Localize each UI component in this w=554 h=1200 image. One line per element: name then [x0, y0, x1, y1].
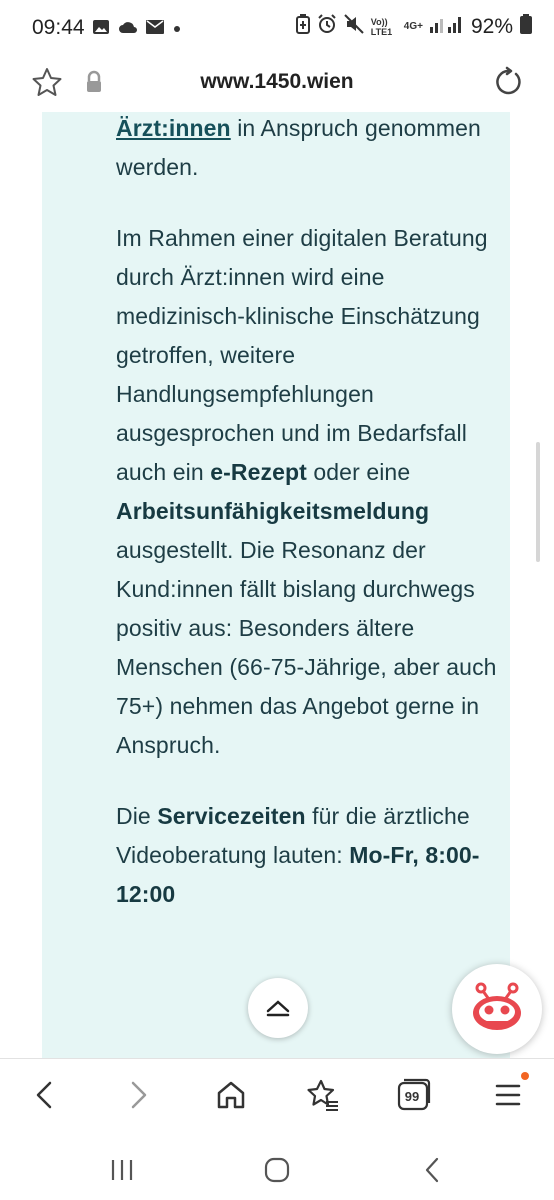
- home-nav-icon[interactable]: [257, 1150, 297, 1190]
- recent-apps-icon[interactable]: [102, 1150, 142, 1190]
- chatbot-button[interactable]: [452, 964, 542, 1054]
- paragraph-3-text-a: Die: [116, 803, 158, 829]
- network-label: Vo)) LTE1: [370, 16, 393, 37]
- url-bar: www.1450.wien: [0, 56, 554, 112]
- system-nav-bar: [0, 1138, 554, 1200]
- battery-percent: 92%: [470, 14, 513, 38]
- status-right-icons: Vo)) LTE1 4G+ 92%: [295, 14, 532, 39]
- scroll-to-top-button[interactable]: [248, 978, 308, 1038]
- mute-icon: [344, 14, 364, 39]
- paragraph-3: Die Servicezeiten für die ärztliche Vide…: [116, 797, 506, 914]
- cloud-icon: [118, 19, 138, 40]
- bookmarks-icon[interactable]: [305, 1077, 341, 1113]
- status-time: 09:44: [32, 16, 85, 39]
- browser-toolbar: 99: [0, 1058, 554, 1138]
- status-left-icons: [92, 18, 182, 41]
- page-content[interactable]: Ärzt:innen in Anspruch genommen werden. …: [0, 112, 554, 1058]
- paragraph-2: Im Rahmen einer digitalen Beratung durch…: [116, 219, 506, 765]
- erezept-bold: e-Rezept: [210, 459, 307, 485]
- back-nav-icon[interactable]: [412, 1150, 452, 1190]
- robot-icon: [473, 982, 521, 1030]
- forward-icon[interactable]: [121, 1077, 157, 1113]
- menu-icon[interactable]: [490, 1077, 526, 1113]
- tabs-icon[interactable]: 99: [396, 1077, 432, 1113]
- back-icon[interactable]: [26, 1077, 62, 1113]
- chevron-up-icon: [266, 1000, 290, 1017]
- network-type: 4G+: [403, 20, 423, 32]
- alarm-icon: [317, 14, 337, 39]
- doctors-link[interactable]: Ärzt:innen: [116, 115, 231, 141]
- battery-icon: [520, 14, 532, 39]
- reload-icon[interactable]: [492, 66, 524, 98]
- signal-icon: [429, 15, 464, 38]
- article-text: Ärzt:innen in Anspruch genommen werden. …: [116, 112, 506, 946]
- home-icon[interactable]: [213, 1077, 249, 1113]
- paragraph-2-text-a: Im Rahmen einer digitalen Beratung durch…: [116, 225, 488, 485]
- mail-icon: [146, 20, 164, 39]
- service-times-bold: Servicezeiten: [157, 803, 306, 829]
- paragraph-1: Ärzt:innen in Anspruch genommen werden.: [116, 112, 506, 187]
- scrollbar[interactable]: [536, 442, 540, 562]
- image-icon: [92, 18, 110, 41]
- battery-saver-icon: [295, 14, 310, 39]
- tabs-count: 99: [404, 1089, 420, 1104]
- url-text[interactable]: www.1450.wien: [0, 70, 554, 94]
- notification-dot: [521, 1072, 529, 1080]
- sick-note-bold: Arbeitsunfähigkeitsmeldung: [116, 498, 430, 524]
- dot-icon: [172, 21, 182, 39]
- paragraph-2-text-d: ausgestellt. Die Resonanz der Kund:innen…: [116, 537, 497, 758]
- paragraph-2-text-c: oder eine: [306, 459, 411, 485]
- status-bar: 09:44 Vo)) LTE1 4G+ 92%: [0, 0, 554, 56]
